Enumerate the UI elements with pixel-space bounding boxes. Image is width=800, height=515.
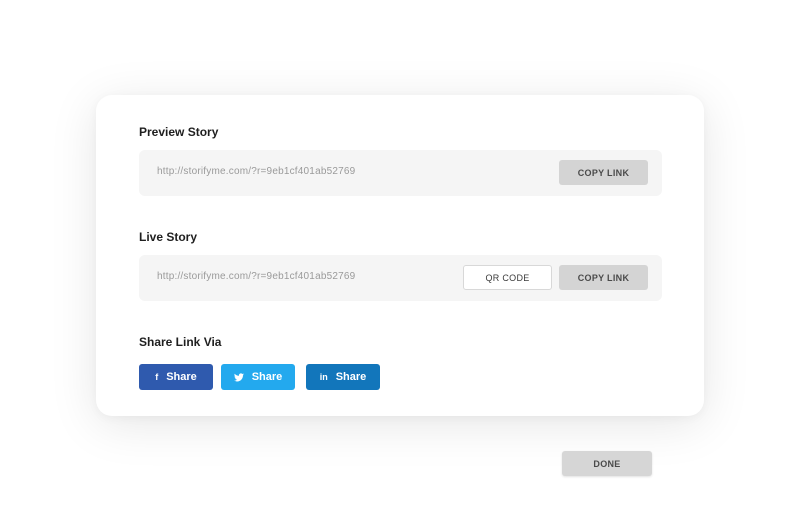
- linkedin-share-label: Share: [335, 371, 367, 383]
- preview-link-url[interactable]: http://storifyme.com/?r=9eb1cf401ab52769: [157, 166, 355, 177]
- twitter-share-label: Share: [251, 371, 283, 383]
- preview-link-row: http://storifyme.com/?r=9eb1cf401ab52769…: [139, 150, 662, 196]
- facebook-share-button[interactable]: f Share: [139, 364, 213, 390]
- facebook-icon: f: [155, 371, 159, 382]
- share-story-screen: Preview Story http://storifyme.com/?r=9e…: [0, 0, 800, 515]
- preview-copy-link-button[interactable]: COPY LINK: [559, 160, 648, 185]
- twitter-share-button[interactable]: Share: [221, 364, 295, 390]
- share-link-via-title: Share Link Via: [139, 335, 222, 349]
- twitter-icon: [233, 372, 244, 382]
- live-story-title: Live Story: [139, 230, 198, 244]
- done-button[interactable]: DONE: [562, 451, 652, 476]
- live-copy-link-button[interactable]: COPY LINK: [559, 265, 648, 290]
- qr-code-button[interactable]: QR CODE: [463, 265, 552, 290]
- linkedin-share-button[interactable]: in Share: [306, 364, 380, 390]
- share-dialog-card: Preview Story http://storifyme.com/?r=9e…: [96, 95, 704, 416]
- preview-story-title: Preview Story: [139, 125, 219, 139]
- live-link-row: http://storifyme.com/?r=9eb1cf401ab52769…: [139, 255, 662, 301]
- linkedin-icon: in: [319, 371, 328, 382]
- facebook-share-label: Share: [166, 371, 197, 383]
- live-link-url[interactable]: http://storifyme.com/?r=9eb1cf401ab52769: [157, 271, 355, 282]
